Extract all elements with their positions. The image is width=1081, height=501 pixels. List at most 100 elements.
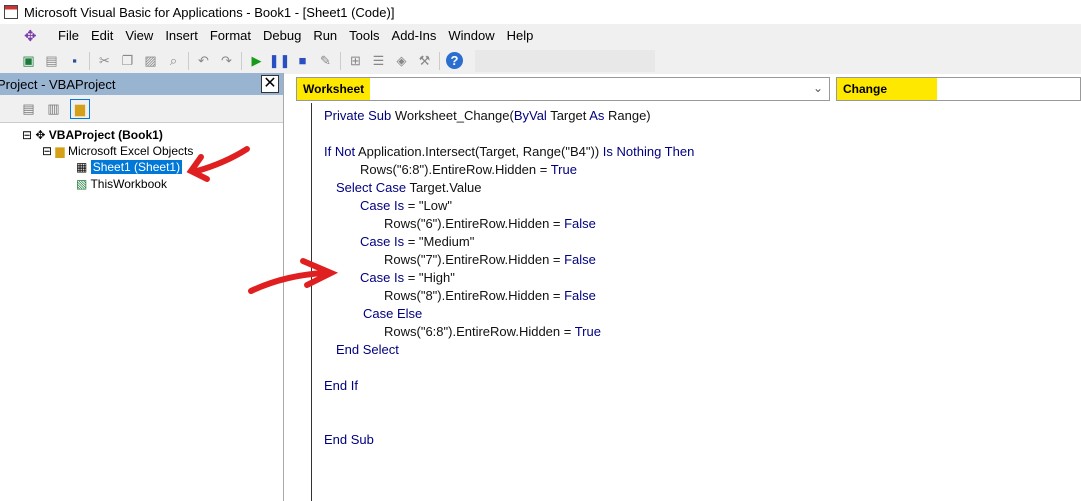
code-keyword: If Not <box>324 144 356 159</box>
toolbar-separator <box>89 51 90 70</box>
tree-node-vbaproject[interactable]: ⊟ ✥ VBAProject (Book1) <box>22 128 163 142</box>
project-explorer-header: Project - VBAProject ✕ <box>0 73 283 95</box>
chevron-down-icon[interactable]: ⌄ <box>813 81 823 95</box>
cut-icon[interactable]: ✂ <box>96 52 113 69</box>
code-text: Rows("6:8").EntireRow.Hidden = <box>360 162 551 177</box>
tree-item-label: ThisWorkbook <box>90 177 167 191</box>
excel-icon[interactable]: ▣ <box>20 52 37 69</box>
code-text: = "Low" <box>404 198 452 213</box>
code-keyword: True <box>550 162 577 177</box>
menu-add-ins[interactable]: Add-Ins <box>392 28 437 43</box>
object-dropdown[interactable]: Worksheet ⌄ <box>296 77 830 101</box>
copy-icon[interactable]: ❐ <box>119 52 136 69</box>
code-keyword: False <box>564 252 596 267</box>
tree-node-sheet1[interactable]: ▦ Sheet1 (Sheet1) <box>76 160 183 174</box>
view-code-icon[interactable]: ▤ <box>20 100 37 117</box>
code-keyword: Case Is <box>360 270 405 285</box>
object-browser-icon[interactable]: ◈ <box>393 52 410 69</box>
code-keyword: ByVal <box>513 108 547 123</box>
code-text: Rows("8").EntireRow.Hidden = <box>384 288 565 303</box>
tree-root-label: VBAProject (Book1) <box>48 128 163 142</box>
toolbar-separator <box>439 51 440 70</box>
code-line: Select Case Target.Value <box>336 180 482 195</box>
run-icon[interactable]: ▶ <box>248 52 265 69</box>
code-text: Target <box>546 108 590 123</box>
code-text: Target.Value <box>406 180 482 195</box>
code-margin <box>290 103 312 501</box>
toolbar-separator <box>188 51 189 70</box>
code-keyword: End Select <box>336 342 399 357</box>
code-line: If Not Application.Intersect(Target, Ran… <box>324 144 694 159</box>
menu-format[interactable]: Format <box>210 28 251 43</box>
worksheet-icon: ▦ <box>76 160 88 174</box>
project-explorer-title: Project - VBAProject <box>0 76 116 92</box>
annotation-arrow <box>248 258 339 294</box>
procedure-dropdown-value: Change <box>837 78 938 100</box>
project-explorer: Project - VBAProject ✕ ▤ ▥ ▆ ⊟ ✥ VBAProj… <box>0 73 284 501</box>
menu-view[interactable]: View <box>125 28 153 43</box>
code-keyword: Case Is <box>360 198 405 213</box>
toggle-folders-icon[interactable]: ▆ <box>70 98 90 119</box>
menu-edit[interactable]: Edit <box>91 28 113 43</box>
code-text: Worksheet_Change( <box>391 108 514 123</box>
menu-window[interactable]: Window <box>448 28 494 43</box>
code-line: Case Is = "High" <box>360 270 455 285</box>
code-text: = "High" <box>404 270 455 285</box>
tree-node-excel-objects[interactable]: ⊟ ▆ Microsoft Excel Objects <box>42 144 193 158</box>
code-line: Case Is = "Medium" <box>360 234 474 249</box>
menu-insert[interactable]: Insert <box>165 28 198 43</box>
code-line: Rows("8").EntireRow.Hidden = False <box>384 288 596 303</box>
view-object-icon[interactable]: ▥ <box>45 100 62 117</box>
code-keyword: End Sub <box>324 432 374 447</box>
code-text: Rows("7").EntireRow.Hidden = <box>384 252 565 267</box>
toolbar-separator <box>340 51 341 70</box>
menu-tools[interactable]: Tools <box>349 28 379 43</box>
save-icon[interactable]: ▪ <box>66 52 83 69</box>
code-text: Application.Intersect(Target, Range("B4"… <box>355 144 603 159</box>
vba-logo-icon: ✥ <box>24 27 37 45</box>
code-keyword: False <box>564 216 596 231</box>
code-line: Rows("7").EntireRow.Hidden = False <box>384 252 596 267</box>
help-icon[interactable]: ? <box>446 52 463 69</box>
menu-run[interactable]: Run <box>313 28 337 43</box>
toolbar-separator <box>241 51 242 70</box>
code-line: End Sub <box>324 432 374 447</box>
design-mode-icon[interactable]: ✎ <box>317 52 334 69</box>
workbook-icon: ▧ <box>76 177 88 191</box>
reset-icon[interactable]: ■ <box>294 52 311 69</box>
code-line: End If <box>324 378 358 393</box>
properties-icon[interactable]: ☰ <box>370 52 387 69</box>
break-icon[interactable]: ❚❚ <box>269 52 291 69</box>
project-explorer-icon[interactable]: ⊞ <box>347 52 364 69</box>
code-line: Case Else <box>363 306 422 321</box>
procedure-dropdown[interactable]: Change <box>836 77 1081 101</box>
folder-icon: ▆ <box>55 144 65 158</box>
close-project-explorer-button[interactable]: ✕ <box>261 75 279 93</box>
window-title: Microsoft Visual Basic for Applications … <box>24 4 395 20</box>
project-icon: ✥ <box>35 128 46 142</box>
code-keyword: Is Nothing Then <box>602 144 695 159</box>
tree-node-thisworkbook[interactable]: ▧ ThisWorkbook <box>76 177 167 191</box>
code-text: = "Medium" <box>404 234 475 249</box>
code-text: Range) <box>604 108 651 123</box>
toolbox-icon[interactable]: ⚒ <box>416 52 433 69</box>
insert-userform-icon[interactable]: ▤ <box>43 52 60 69</box>
undo-icon[interactable]: ↶ <box>195 52 212 69</box>
object-dropdown-value: Worksheet <box>297 78 371 100</box>
redo-icon[interactable]: ↷ <box>218 52 235 69</box>
code-line: Private Sub Worksheet_Change(ByVal Targe… <box>324 108 651 123</box>
title-bar: Microsoft Visual Basic for Applications … <box>0 0 1081 24</box>
paste-icon[interactable]: ▨ <box>142 52 159 69</box>
menu-help[interactable]: Help <box>507 28 534 43</box>
menu-debug[interactable]: Debug <box>263 28 301 43</box>
standard-toolbar: ▣ ▤ ▪ ✂ ❐ ▨ ⌕ ↶ ↷ ▶ ❚❚ ■ ✎ ⊞ ☰ ◈ ⚒? <box>0 47 1081 74</box>
tree-item-label: Sheet1 (Sheet1) <box>90 160 183 174</box>
vba-app-icon <box>4 5 18 19</box>
find-icon[interactable]: ⌕ <box>165 52 182 69</box>
code-line: Case Is = "Low" <box>360 198 452 213</box>
code-keyword: End If <box>324 378 358 393</box>
code-keyword: Case Else <box>363 306 423 321</box>
code-keyword: Case Is <box>360 234 405 249</box>
menu-file[interactable]: File <box>58 28 79 43</box>
code-line: Rows("6:8").EntireRow.Hidden = True <box>360 162 577 177</box>
